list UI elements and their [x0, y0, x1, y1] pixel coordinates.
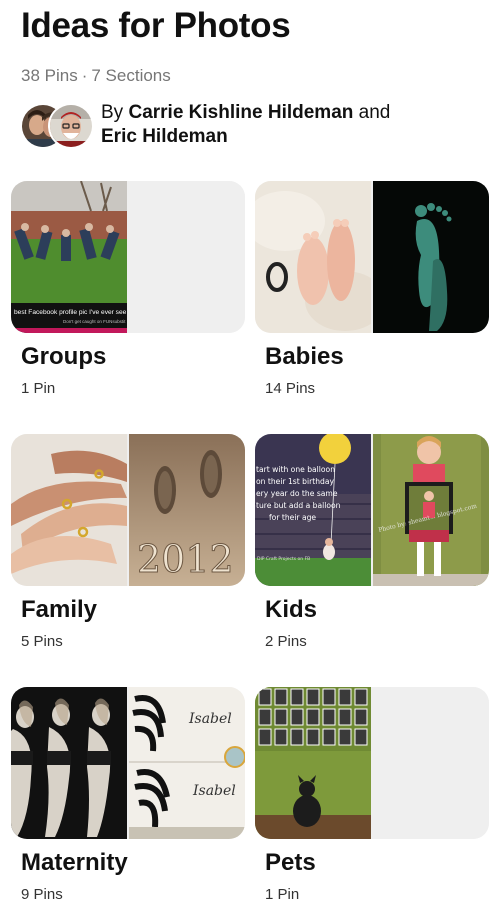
section-count: 7 Sections: [91, 66, 171, 85]
section-card-groups[interactable]: best Facebook profile pic I've ever see …: [11, 181, 245, 397]
year-text: 2012: [137, 537, 234, 581]
section-card-family[interactable]: 2012 Family 5 Pins: [11, 434, 245, 650]
board-byline: By Carrie Kishline Hildeman and Eric Hil…: [101, 101, 481, 149]
section-cover[interactable]: best Facebook profile pic I've ever see …: [11, 181, 245, 333]
section-name[interactable]: Pets: [265, 849, 316, 877]
name-tag-top: Isabel: [188, 711, 232, 727]
cover-image-secondary: 2012: [129, 434, 245, 586]
owner-name-link[interactable]: Carrie Kishline Hildeman: [128, 102, 353, 123]
section-name[interactable]: Family: [21, 596, 97, 624]
section-pin-count: 1 Pin: [21, 380, 56, 397]
section-pin-count: 14 Pins: [265, 380, 316, 397]
cover-image-secondary: Isabel Isabel: [129, 687, 245, 839]
collaborator-avatar[interactable]: [48, 103, 94, 149]
section-cover[interactable]: Isabel Isabel: [11, 687, 245, 839]
cover-image-secondary: Photo by: sheamt... blogspot.com: [373, 434, 489, 586]
section-pin-count: 1 Pin: [265, 886, 300, 903]
collaborator-name-link[interactable]: Eric Hildeman: [101, 126, 228, 147]
section-cover[interactable]: [255, 181, 489, 333]
section-cover[interactable]: [255, 687, 489, 839]
balloon-caption-1: tart with one balloon: [256, 465, 335, 474]
section-card-maternity[interactable]: Isabel Isabel Maternity 9 Pins: [11, 687, 245, 903]
section-pin-count: 2 Pins: [265, 633, 307, 650]
by-label: By: [101, 102, 124, 123]
collaborator-avatars[interactable]: [20, 103, 94, 149]
name-tag-bottom: Isabel: [192, 783, 236, 799]
section-cover[interactable]: 2012: [11, 434, 245, 586]
balloon-caption-5: for their age: [269, 513, 316, 522]
section-card-kids[interactable]: tart with one balloon on their 1st birth…: [255, 434, 489, 650]
board-title: Ideas for Photos: [21, 6, 291, 45]
section-name[interactable]: Kids: [265, 596, 317, 624]
section-name[interactable]: Groups: [21, 343, 106, 371]
section-pin-count: 5 Pins: [21, 633, 63, 650]
section-cover[interactable]: tart with one balloon on their 1st birth…: [255, 434, 489, 586]
board-stats: 38 Pins · 7 Sections: [21, 66, 171, 86]
stats-separator: ·: [81, 66, 88, 85]
section-pin-count: 9 Pins: [21, 886, 63, 903]
cover-image-primary: best Facebook profile pic I've ever see …: [11, 181, 127, 333]
section-card-babies[interactable]: Babies 14 Pins: [255, 181, 489, 397]
section-card-pets[interactable]: Pets 1 Pin: [255, 687, 489, 903]
cover-subcaption: Don't get caught on FUNsubstit: [63, 319, 126, 324]
balloon-caption-4: ture but add a balloon: [256, 501, 341, 510]
cover-image-secondary: [373, 181, 489, 333]
section-name[interactable]: Maternity: [21, 849, 128, 877]
balloon-caption-3: ery year do the same: [256, 489, 338, 498]
cover-caption: best Facebook profile pic I've ever see: [14, 309, 127, 316]
balloon-caption-2: on their 1st birthday: [256, 477, 334, 486]
balloon-credit: DIP Craft Projects on FB: [257, 556, 310, 562]
cover-image-primary: [11, 434, 127, 586]
cover-image-primary: [255, 687, 371, 839]
cover-image-primary: [11, 687, 127, 839]
pin-count: 38 Pins: [21, 66, 78, 85]
section-name[interactable]: Babies: [265, 343, 344, 371]
cover-image-placeholder: [129, 181, 245, 333]
cover-image-placeholder: [373, 687, 489, 839]
and-label: and: [358, 102, 391, 123]
cover-image-primary: tart with one balloon on their 1st birth…: [255, 434, 371, 586]
cover-image-primary: [255, 181, 371, 333]
